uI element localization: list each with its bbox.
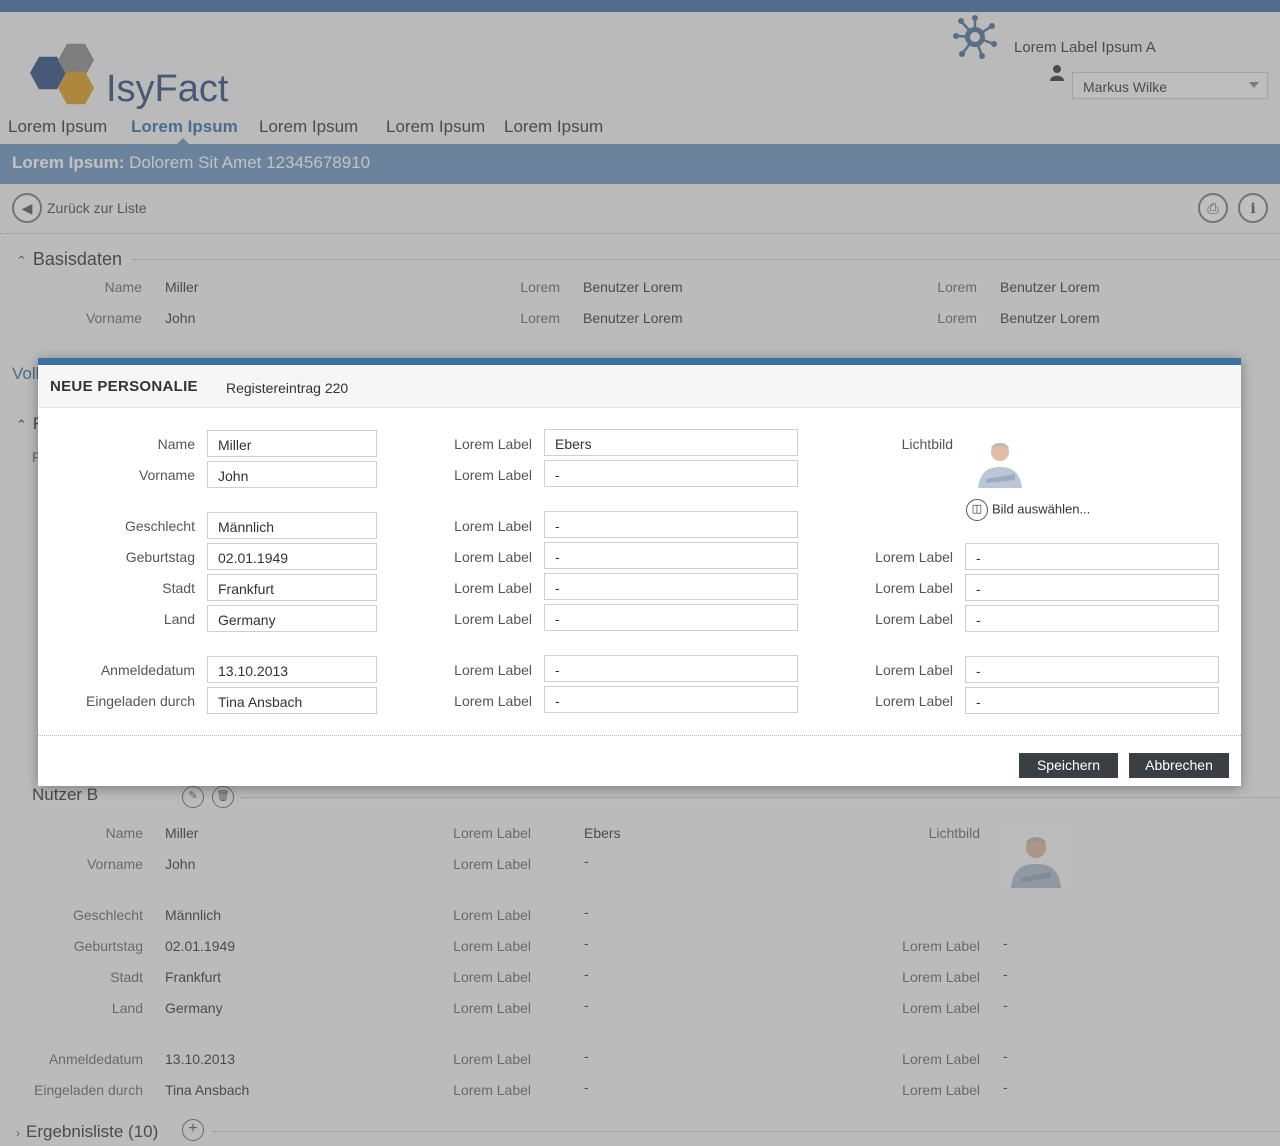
- dialog-field-input[interactable]: -: [544, 655, 798, 682]
- dialog-field-input[interactable]: -: [544, 573, 798, 600]
- dialog-field-input[interactable]: 13.10.2013: [207, 656, 377, 683]
- dialog-field-label: Lorem Label: [875, 549, 953, 565]
- dialog-field-input[interactable]: Männlich: [207, 512, 377, 539]
- dialog-field-label: Lorem Label: [454, 549, 532, 565]
- dialog-field-label: Lorem Label: [454, 611, 532, 627]
- dialog-field-label: Lorem Label: [454, 467, 532, 483]
- select-image-button[interactable]: ◫ Bild auswählen...: [966, 499, 1090, 521]
- dialog-field-input[interactable]: -: [965, 605, 1219, 632]
- dialog-field-label: Lorem Label: [454, 662, 532, 678]
- dialog-field-input[interactable]: 02.01.1949: [207, 543, 377, 570]
- dialog-field-input[interactable]: -: [965, 656, 1219, 683]
- file-icon: ◫: [966, 499, 988, 521]
- dialog-field-input[interactable]: -: [965, 687, 1219, 714]
- dialog-field-input[interactable]: Frankfurt: [207, 574, 377, 601]
- new-personalie-dialog: NEUE PERSONALIE Registereintrag 220 Name…: [38, 358, 1241, 786]
- dialog-field-label: Lorem Label: [875, 611, 953, 627]
- dialog-subtitle: Registereintrag 220: [226, 380, 349, 396]
- dialog-footer-divider: [38, 735, 1241, 736]
- dialog-field-label: Lorem Label: [454, 518, 532, 534]
- dialog-field-input[interactable]: -: [544, 604, 798, 631]
- dialog-field-label: Lorem Label: [875, 693, 953, 709]
- dialog-field-input[interactable]: Tina Ansbach: [207, 687, 377, 714]
- dialog-field-label: Anmeldedatum: [100, 662, 195, 678]
- dialog-field-label: Lorem Label: [454, 436, 532, 452]
- dialog-field-label: Name: [157, 436, 195, 452]
- dialog-field-label: Lorem Label: [454, 580, 532, 596]
- dialog-field-label: Geburtstag: [125, 549, 195, 565]
- dialog-field-label: Lorem Label: [454, 693, 532, 709]
- dialog-field-label: Geschlecht: [124, 518, 195, 534]
- dialog-field-label: Land: [163, 611, 195, 627]
- dialog-field-label: Eingeladen durch: [86, 693, 195, 709]
- dialog-field-input[interactable]: -: [544, 542, 798, 569]
- dialog-field-input[interactable]: Miller: [207, 430, 377, 457]
- dialog-field-input[interactable]: Ebers: [544, 429, 798, 456]
- save-button[interactable]: Speichern: [1019, 753, 1118, 778]
- dialog-field-input[interactable]: -: [965, 543, 1219, 570]
- dialog-field-label: Vorname: [138, 467, 195, 483]
- select-image-label: Bild auswählen...: [992, 501, 1091, 517]
- cancel-button[interactable]: Abbrechen: [1129, 753, 1229, 778]
- dialog-field-label: Lorem Label: [875, 662, 953, 678]
- dialog-header: NEUE PERSONALIE Registereintrag 220: [38, 365, 1241, 408]
- dialog-field-label: Lorem Label: [875, 580, 953, 596]
- dialog-field-input[interactable]: -: [965, 574, 1219, 601]
- dialog-field-input[interactable]: -: [544, 460, 798, 487]
- dialog-field-input[interactable]: -: [544, 686, 798, 713]
- dialog-photo-label: Lichtbild: [901, 436, 953, 452]
- dialog-field-input[interactable]: Germany: [207, 605, 377, 632]
- dialog-photo: [971, 430, 1029, 488]
- dialog-field-label: Stadt: [162, 580, 195, 596]
- dialog-field-input[interactable]: John: [207, 461, 377, 488]
- dialog-title: NEUE PERSONALIE: [50, 378, 198, 395]
- dialog-field-input[interactable]: -: [544, 511, 798, 538]
